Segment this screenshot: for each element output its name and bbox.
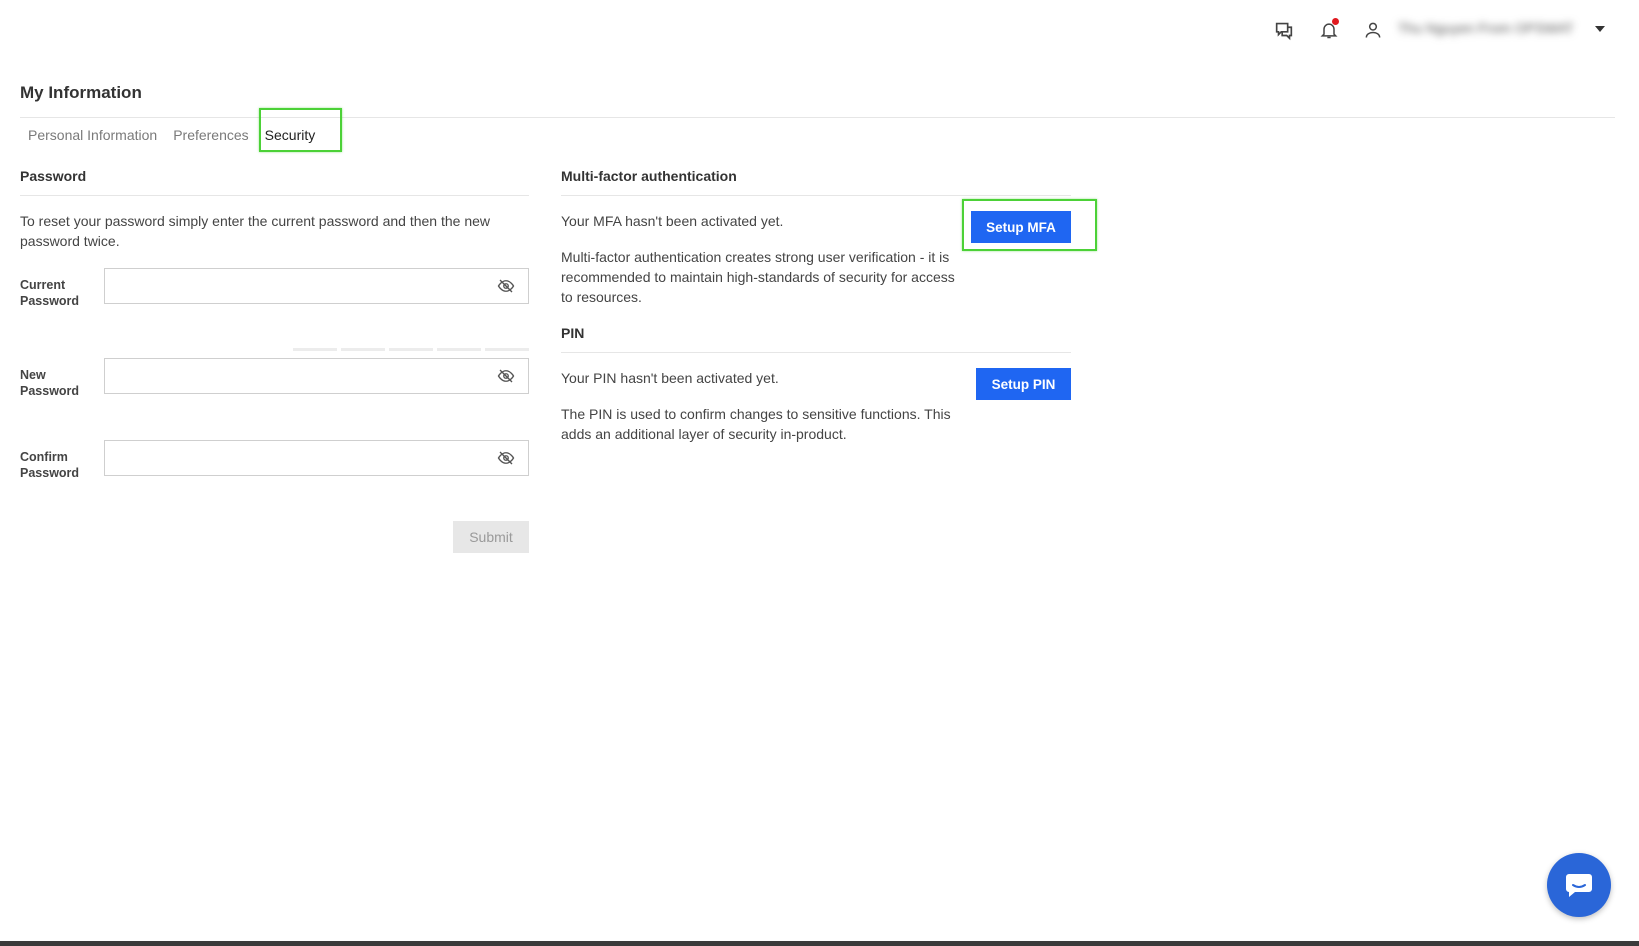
- bottom-edge: [0, 941, 1639, 946]
- mfa-description: Multi-factor authentication creates stro…: [561, 249, 955, 305]
- strength-segment: [437, 348, 481, 351]
- notification-dot: [1332, 18, 1339, 25]
- strength-segment: [341, 348, 385, 351]
- eye-off-icon[interactable]: [497, 449, 515, 467]
- tab-security[interactable]: Security: [257, 118, 324, 152]
- confirm-password-input[interactable]: [105, 441, 505, 475]
- password-divider: [20, 195, 529, 196]
- strength-segment: [485, 348, 529, 351]
- messages-icon[interactable]: [1272, 18, 1296, 42]
- confirm-password-label-line2: Password: [20, 466, 80, 480]
- pin-status: Your PIN hasn't been activated yet.: [561, 370, 779, 386]
- strength-segment: [293, 348, 337, 351]
- confirm-password-label-line1: Confirm: [20, 450, 68, 464]
- submit-button[interactable]: Submit: [453, 521, 529, 553]
- strength-segment: [389, 348, 433, 351]
- eye-off-icon[interactable]: [497, 367, 515, 385]
- top-bar: Thu Nguyen From OPSWAT ...: [0, 0, 1639, 60]
- mfa-divider: [561, 195, 1071, 196]
- user-name[interactable]: Thu Nguyen From OPSWAT ...: [1398, 20, 1573, 40]
- notifications-bell-icon[interactable]: [1317, 18, 1341, 42]
- user-icon[interactable]: [1361, 18, 1385, 42]
- chat-bubble-icon: [1566, 874, 1592, 897]
- current-password-input[interactable]: [105, 269, 505, 303]
- new-password-label: New Password: [20, 367, 100, 399]
- pin-divider: [561, 352, 1071, 353]
- pin-description: The PIN is used to confirm changes to se…: [561, 406, 951, 442]
- mfa-status: Your MFA hasn't been activated yet.: [561, 213, 784, 229]
- password-description: To reset your password simply enter the …: [20, 213, 491, 249]
- new-password-field[interactable]: [104, 358, 529, 394]
- setup-mfa-button[interactable]: Setup MFA: [971, 211, 1071, 243]
- tab-personal-information[interactable]: Personal Information: [20, 118, 165, 152]
- setup-pin-button[interactable]: Setup PIN: [976, 368, 1071, 400]
- new-password-label-line1: New: [20, 368, 46, 382]
- tab-preferences[interactable]: Preferences: [165, 118, 256, 152]
- mfa-section-title: Multi-factor authentication: [561, 168, 737, 184]
- pin-section-title: PIN: [561, 325, 585, 341]
- tab-bar: Personal Information Preferences Securit…: [20, 118, 323, 152]
- caret-down-icon[interactable]: [1593, 22, 1607, 36]
- eye-off-icon[interactable]: [497, 277, 515, 295]
- current-password-label-line2: Password: [20, 294, 80, 308]
- current-password-label-line1: Current: [20, 278, 66, 292]
- page-title: My Information: [20, 83, 142, 102]
- confirm-password-field[interactable]: [104, 440, 529, 476]
- password-section-title: Password: [20, 168, 87, 184]
- current-password-field[interactable]: [104, 268, 529, 304]
- chat-launcher-button[interactable]: [1547, 853, 1611, 917]
- confirm-password-label: Confirm Password: [20, 449, 100, 481]
- new-password-label-line2: Password: [20, 384, 80, 398]
- password-strength-meter: [293, 348, 529, 351]
- new-password-input[interactable]: [105, 359, 505, 393]
- current-password-label: Current Password: [20, 277, 100, 309]
